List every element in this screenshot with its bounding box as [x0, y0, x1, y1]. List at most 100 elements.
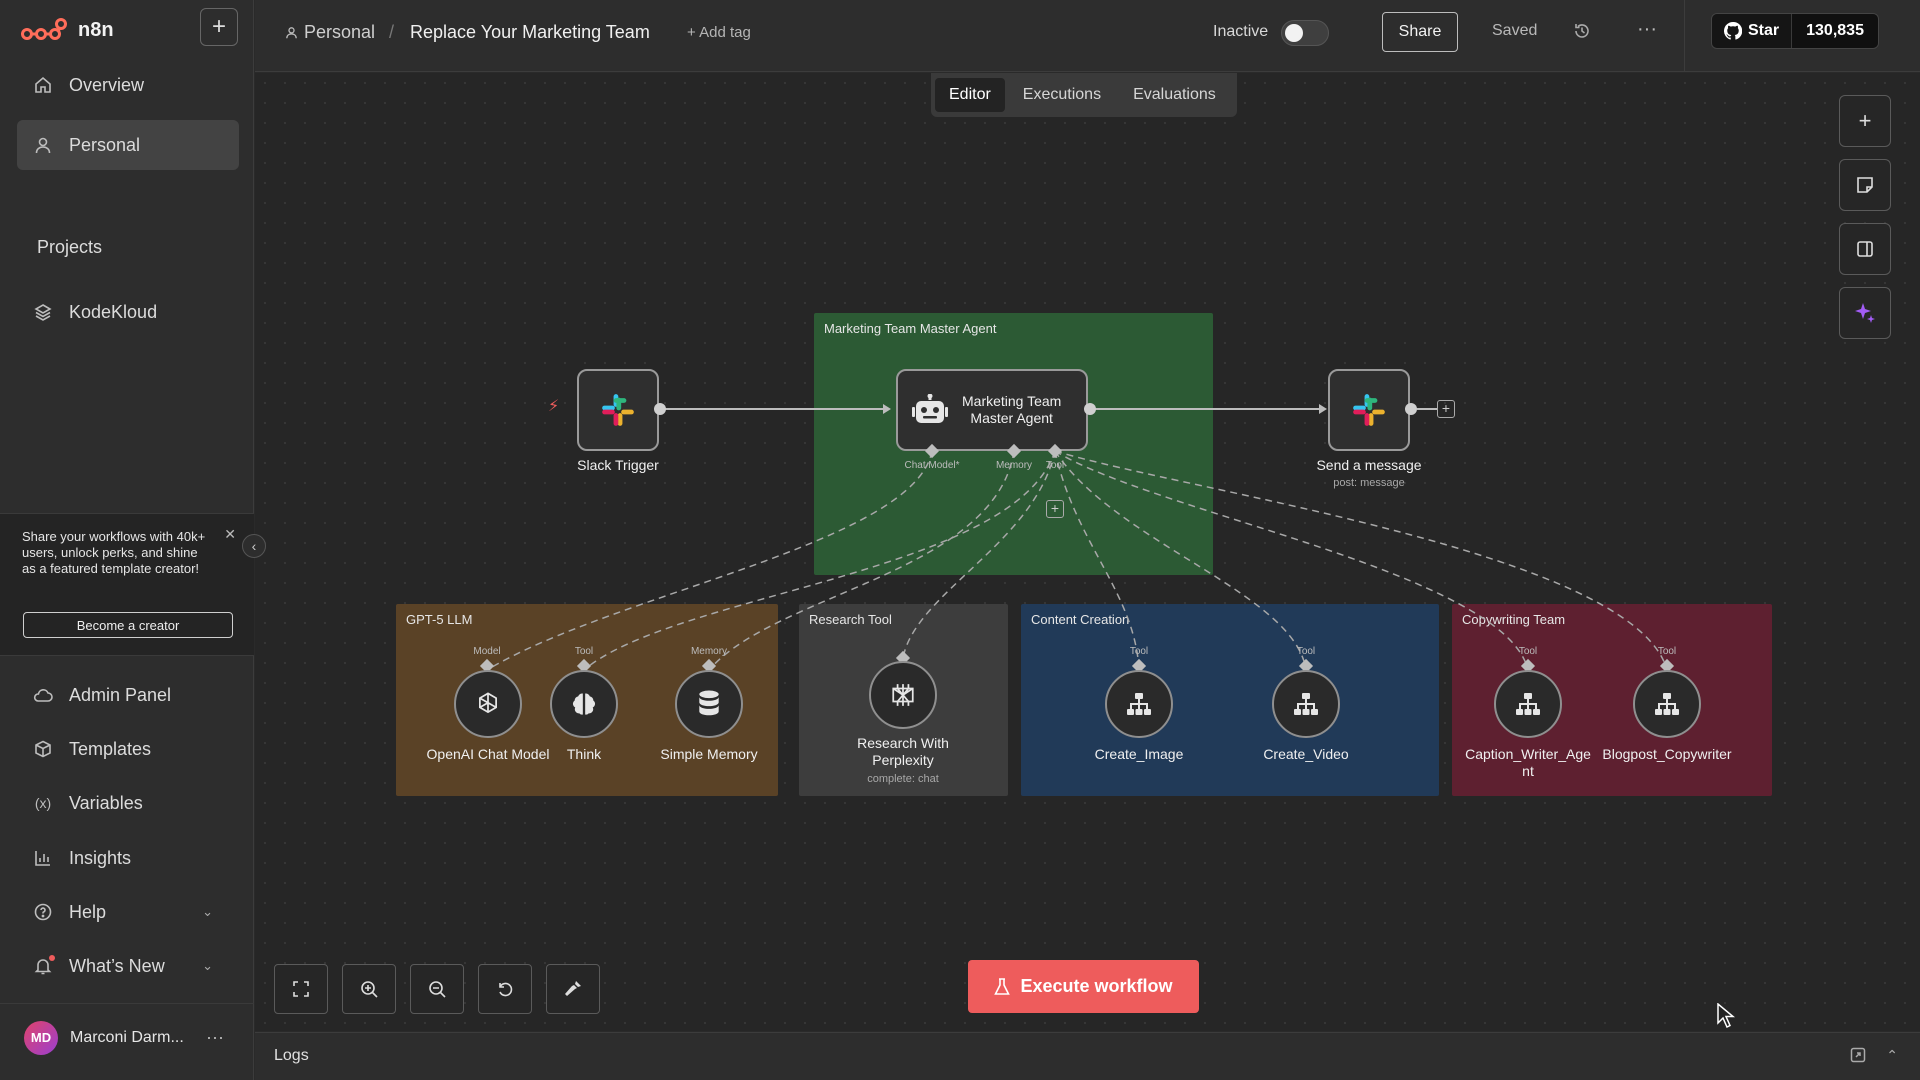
- chevron-down-icon: ⌄: [202, 904, 213, 919]
- zoom-out-button[interactable]: [410, 964, 464, 1014]
- avatar: MD: [24, 1020, 58, 1055]
- node-label: Slack Trigger: [577, 457, 659, 473]
- node-subtitle: complete: chat: [867, 773, 939, 785]
- node-research-perplexity[interactable]: [869, 661, 937, 729]
- home-icon: [33, 75, 53, 95]
- logs-label: Logs: [274, 1047, 309, 1064]
- ai-assistant-button[interactable]: [1839, 287, 1891, 339]
- fit-view-button[interactable]: [274, 964, 328, 1014]
- node-slack-trigger[interactable]: [577, 369, 659, 451]
- node-blogpost-copywriter[interactable]: [1633, 670, 1701, 738]
- sidebar-item-kodekloud[interactable]: KodeKloud: [17, 287, 239, 337]
- reset-zoom-button[interactable]: [478, 964, 532, 1014]
- add-tag-button[interactable]: + Add tag: [687, 24, 751, 41]
- panel-icon: [1857, 241, 1873, 257]
- collapse-sidebar-button[interactable]: ‹: [242, 534, 266, 558]
- group-content-creation[interactable]: Content Creation: [1021, 604, 1439, 796]
- add-tool-button[interactable]: +: [1046, 500, 1064, 518]
- share-button[interactable]: Share: [1382, 12, 1458, 52]
- become-creator-button[interactable]: Become a creator: [23, 612, 233, 638]
- undo-icon: [499, 982, 513, 997]
- close-icon[interactable]: ✕: [224, 526, 236, 543]
- tab-evaluations[interactable]: Evaluations: [1119, 78, 1230, 112]
- github-star-button[interactable]: Star 130,835: [1711, 13, 1879, 49]
- chevron-down-icon: ⌄: [202, 958, 213, 973]
- node-create-image[interactable]: [1105, 670, 1173, 738]
- slack-icon: [1353, 394, 1385, 426]
- slack-icon: [602, 394, 634, 426]
- sitemap-icon: [1655, 693, 1679, 715]
- node-label: Marketing Team Master Agent: [962, 393, 1061, 427]
- tidy-up-button[interactable]: [546, 964, 600, 1014]
- active-toggle[interactable]: [1281, 20, 1329, 46]
- n8n-app: n8n + Overview Personal Projects KodeKlo…: [0, 0, 1920, 1080]
- popout-icon[interactable]: [1850, 1047, 1866, 1063]
- output-stub: [1417, 408, 1437, 410]
- canvas-bottom-toolbar: [274, 964, 600, 1014]
- divider: [1684, 0, 1685, 72]
- sidebar-item-overview[interactable]: Overview: [17, 60, 239, 110]
- sparkle-icon: [1855, 303, 1875, 323]
- port-label: Tool: [1657, 646, 1677, 657]
- port-label: Tool: [1045, 460, 1065, 471]
- user-icon: [286, 27, 297, 39]
- sidebar: n8n + Overview Personal Projects KodeKlo…: [0, 0, 254, 1080]
- sticky-note-button[interactable]: [1839, 159, 1891, 211]
- user-icon: [33, 135, 53, 155]
- tab-executions[interactable]: Executions: [1009, 78, 1115, 112]
- port-label: Tool: [1129, 646, 1149, 657]
- port-label: Tool: [1518, 646, 1538, 657]
- creator-promo: Share your workflows with 40k+ users, un…: [0, 513, 254, 656]
- brand[interactable]: n8n: [20, 10, 114, 50]
- zoom-in-button[interactable]: [342, 964, 396, 1014]
- toggle-panel-button[interactable]: [1839, 223, 1891, 275]
- breadcrumb-project[interactable]: Personal: [304, 22, 375, 43]
- port-label: Model: [473, 646, 501, 657]
- add-node-button[interactable]: +: [1437, 400, 1455, 418]
- projects-heading: Projects: [37, 237, 103, 257]
- node-master-agent[interactable]: Marketing Team Master Agent: [896, 369, 1088, 451]
- github-star-label: Star: [1748, 22, 1780, 39]
- plus-icon: +: [211, 13, 226, 40]
- sidebar-item-admin-panel[interactable]: Admin Panel: [17, 670, 239, 720]
- breadcrumb[interactable]: Personal /: [285, 22, 394, 43]
- node-caption-writer-agent[interactable]: [1494, 670, 1562, 738]
- workflow-title[interactable]: Replace Your Marketing Team: [410, 22, 650, 43]
- user-menu[interactable]: MD Marconi Darm... ···: [0, 1003, 254, 1071]
- node-simple-memory[interactable]: [675, 670, 743, 738]
- tab-editor[interactable]: Editor: [935, 78, 1005, 112]
- execute-workflow-label: Execute workflow: [1020, 976, 1173, 996]
- execute-workflow-button[interactable]: Execute workflow: [968, 960, 1199, 1013]
- more-icon[interactable]: ···: [206, 1027, 224, 1048]
- node-label: Blogpost_Copywriter: [1602, 746, 1732, 762]
- chevron-up-icon[interactable]: ⌃: [1886, 1047, 1898, 1064]
- output-port[interactable]: [654, 403, 666, 415]
- sidebar-item-insights[interactable]: Insights: [17, 833, 239, 883]
- output-port[interactable]: [1405, 403, 1417, 415]
- sidebar-item-personal[interactable]: Personal: [17, 120, 239, 170]
- node-openai-chat-model[interactable]: [454, 670, 522, 738]
- create-new-button[interactable]: +: [200, 8, 238, 46]
- add-node-button[interactable]: +: [1839, 95, 1891, 147]
- node-label-line: Caption_Writer_Age: [1465, 746, 1591, 762]
- logs-panel[interactable]: Logs ⌃: [255, 1032, 1920, 1080]
- sidebar-item-whats-new[interactable]: What’s New ⌄: [17, 941, 239, 991]
- sitemap-icon: [1127, 693, 1151, 715]
- bell-icon: [33, 955, 55, 976]
- github-icon: [1724, 22, 1742, 40]
- sidebar-item-label: Insights: [69, 847, 132, 868]
- node-create-video[interactable]: [1272, 670, 1340, 738]
- sidebar-item-templates[interactable]: Templates: [17, 724, 239, 774]
- workflow-canvas[interactable]: Marketing Team Master Agent GPT-5 LLM Re…: [255, 73, 1920, 1031]
- mouse-cursor-icon: [1717, 1003, 1735, 1029]
- node-think[interactable]: [550, 670, 618, 738]
- history-icon[interactable]: [1573, 22, 1591, 45]
- node-label: Think: [566, 746, 602, 762]
- variable-icon: (x): [34, 795, 52, 811]
- sidebar-item-help[interactable]: Help ⌄: [17, 887, 239, 937]
- sidebar-item-variables[interactable]: (x) Variables: [17, 778, 239, 828]
- output-port[interactable]: [1084, 403, 1096, 415]
- node-send-message[interactable]: [1328, 369, 1410, 451]
- more-icon[interactable]: ···: [1637, 18, 1657, 41]
- toggle-knob: [1285, 24, 1303, 42]
